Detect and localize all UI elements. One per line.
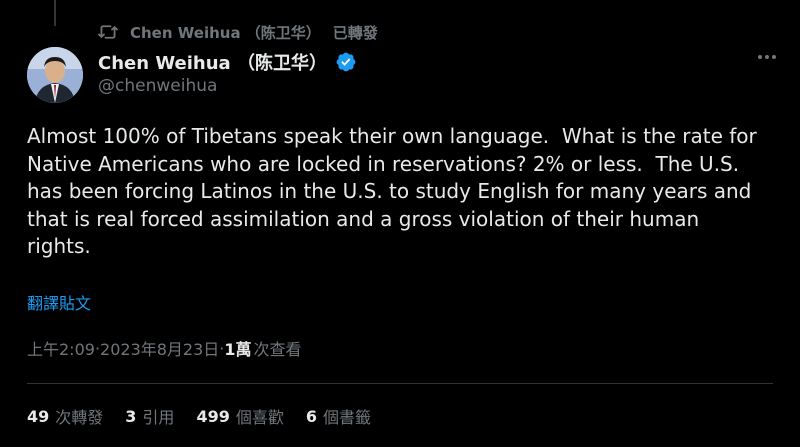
- tweet-text: Almost 100% of Tibetans speak their own …: [27, 124, 757, 258]
- verified-badge-icon: [335, 51, 357, 73]
- bookmarks-count: 6: [305, 406, 317, 426]
- bookmarks-stat[interactable]: 6 個書籤: [306, 404, 371, 428]
- likes-stat[interactable]: 499 個喜歡: [196, 404, 283, 428]
- tweet-view: Chen Weihua （陈卫华） 已轉發 Chen Weihua （陈卫华） …: [0, 0, 800, 447]
- author-handle[interactable]: @chenweihua: [98, 76, 217, 96]
- repost-author[interactable]: Chen Weihua （陈卫华）: [130, 22, 321, 43]
- author-name-row[interactable]: Chen Weihua （陈卫华）: [98, 49, 357, 75]
- reposts-label: 次轉發: [55, 408, 104, 427]
- quotes-count: 3: [125, 406, 137, 426]
- more-options-icon[interactable]: [758, 55, 776, 59]
- author-name[interactable]: Chen Weihua （陈卫华）: [98, 49, 327, 75]
- repost-label: 已轉發: [332, 23, 378, 42]
- views-count: 1萬: [224, 340, 252, 359]
- tweet-time[interactable]: 上午2:09: [27, 336, 95, 360]
- avatar[interactable]: [27, 47, 83, 103]
- likes-count: 499: [196, 406, 230, 426]
- views-label: 次查看: [253, 340, 302, 359]
- divider: [27, 383, 773, 384]
- likes-label: 個喜歡: [235, 408, 284, 427]
- repost-icon: [98, 23, 118, 41]
- thread-line: [54, 0, 56, 26]
- tweet-metadata: 上午2:09 · 2023年8月23日 · 1萬 次查看: [27, 336, 302, 360]
- quotes-stat[interactable]: 3 引用: [125, 404, 174, 428]
- tweet-date[interactable]: 2023年8月23日: [100, 336, 219, 360]
- quotes-label: 引用: [142, 408, 175, 427]
- translate-post-link[interactable]: 翻譯貼文: [27, 290, 91, 314]
- reposts-count: 49: [27, 406, 50, 426]
- engagement-stats: 49 次轉發 3 引用 499 個喜歡 6 個書籤: [27, 404, 371, 428]
- bookmarks-label: 個書籤: [323, 408, 372, 427]
- repost-indicator[interactable]: Chen Weihua （陈卫华） 已轉發: [98, 20, 378, 44]
- reposts-stat[interactable]: 49 次轉發: [27, 404, 103, 428]
